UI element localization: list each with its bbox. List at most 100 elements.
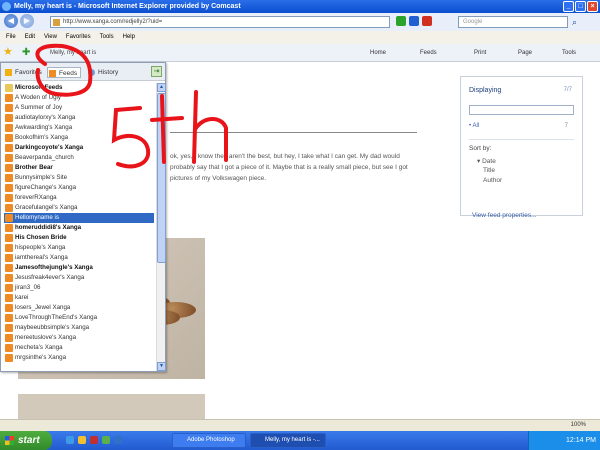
sort-author-option[interactable]: Author: [483, 177, 502, 184]
page-button[interactable]: Page: [518, 48, 532, 58]
feed-list-item[interactable]: Jamesofthejungle's Xanga: [4, 263, 154, 273]
navigation-bar: ◀ ▶ http://www.xanga.com/redjelly2/?uid=…: [0, 13, 600, 31]
rss-feed-icon: [5, 104, 13, 112]
window-titlebar: Melly, my heart is - Microsoft Internet …: [0, 0, 600, 13]
scroll-up-arrow[interactable]: ▲: [157, 83, 166, 92]
feeds-button[interactable]: Feeds: [420, 48, 437, 58]
menu-favorites[interactable]: Favorites: [66, 31, 91, 44]
close-button[interactable]: ×: [587, 1, 598, 12]
tools-button[interactable]: Tools: [562, 48, 576, 58]
search-icon[interactable]: ⌕: [572, 16, 584, 28]
sidebar-scrollbar[interactable]: ▲ ▼: [156, 83, 166, 371]
feed-list-item[interactable]: maybeeubbsimple's Xanga: [4, 323, 154, 333]
rss-feed-icon: [5, 194, 13, 202]
feed-list-item[interactable]: homeruddidi8's Xanga: [4, 223, 154, 233]
feed-list-item[interactable]: karei: [4, 293, 154, 303]
menu-help[interactable]: Help: [123, 31, 135, 44]
quicklaunch-app-icon[interactable]: [102, 436, 110, 444]
pin-icon[interactable]: ⇥: [151, 66, 162, 77]
go-icon[interactable]: [396, 16, 406, 26]
feed-list-item[interactable]: Awkwarding's Xanga: [4, 123, 154, 133]
feed-list-item[interactable]: iamthereal's Xanga: [4, 253, 154, 263]
feed-list-item[interactable]: jiran3_06: [4, 283, 154, 293]
sort-date-option[interactable]: ▾ Date: [477, 157, 496, 165]
feed-item-label: foreverRXanga: [15, 194, 57, 201]
add-favorite-icon[interactable]: ✚: [22, 47, 30, 58]
maximize-button[interactable]: □: [575, 1, 586, 12]
tab-feeds[interactable]: Feeds: [47, 67, 82, 78]
filter-all-link[interactable]: • All: [469, 123, 479, 129]
quicklaunch-folder-icon[interactable]: [78, 436, 86, 444]
feed-list-item[interactable]: mecheta's Xanga: [4, 343, 154, 353]
feed-item-label: losers_Jewel Xanga: [15, 304, 71, 311]
feed-list-item[interactable]: mrgsinthe's Xanga: [4, 353, 154, 363]
feed-list-item[interactable]: His Chosen Bride: [4, 233, 154, 243]
feed-list-item[interactable]: audiotaylorxy's Xanga: [4, 113, 154, 123]
rss-feed-icon: [5, 144, 13, 152]
menu-edit[interactable]: Edit: [25, 31, 35, 44]
stop-icon[interactable]: [422, 16, 432, 26]
feed-item-label: A Woden of Ugly: [15, 94, 61, 101]
feed-item-label: figureChange's Xanga: [15, 184, 77, 191]
feed-list-item[interactable]: Hellomyname is: [4, 213, 154, 223]
favorites-center-icon[interactable]: ★: [3, 47, 13, 58]
rss-feed-icon: [5, 184, 13, 192]
feed-list-item[interactable]: Darkingcoyote's Xanga: [4, 143, 154, 153]
feed-list-item[interactable]: Bunnysimple's Site: [4, 173, 154, 183]
feed-list-item[interactable]: Brother Bear: [4, 163, 154, 173]
quicklaunch-ie-icon[interactable]: [66, 436, 74, 444]
feed-list-item[interactable]: Jesusfreak4ever's Xanga: [4, 273, 154, 283]
taskbar-item-photoshop[interactable]: Adobe Photoshop: [172, 433, 246, 448]
print-button[interactable]: Print: [474, 48, 486, 58]
menu-tools[interactable]: Tools: [100, 31, 114, 44]
article-text: ok, yes, I know they aren't the best, bu…: [170, 153, 408, 182]
feed-list-item[interactable]: A Summer of Joy: [4, 103, 154, 113]
feed-item-label: Jesusfreak4ever's Xanga: [15, 274, 85, 281]
tab-favorites[interactable]: Favorites: [4, 67, 42, 78]
feed-list-item[interactable]: Bookofhim's Xanga: [4, 133, 154, 143]
taskbar-item-ie[interactable]: Melly, my heart is -...: [250, 433, 326, 448]
feed-item-label: hispeople's Xanga: [15, 244, 66, 251]
feed-item-label: Brother Bear: [15, 164, 53, 171]
zoom-level[interactable]: 100%: [571, 422, 586, 428]
minimize-button[interactable]: _: [563, 1, 574, 12]
forward-button[interactable]: ▶: [20, 14, 34, 28]
feed-item-label: jiran3_06: [15, 284, 41, 291]
menu-view[interactable]: View: [44, 31, 57, 44]
refresh-icon[interactable]: [409, 16, 419, 26]
feed-item-label: Beaverpanda_church: [15, 154, 74, 161]
feed-list-item[interactable]: foreverRXanga: [4, 193, 154, 203]
scroll-thumb[interactable]: [157, 93, 166, 263]
feed-list-item[interactable]: hispeople's Xanga: [4, 243, 154, 253]
home-button[interactable]: Home: [370, 48, 386, 58]
feed-folder-item[interactable]: Microsoft Feeds: [4, 83, 154, 93]
tab-history[interactable]: History: [87, 67, 118, 78]
rss-feed-icon: [5, 274, 13, 282]
view-feed-properties-link[interactable]: View feed properties...: [472, 212, 537, 219]
address-bar[interactable]: http://www.xanga.com/redjelly2/?uid=: [50, 16, 390, 28]
quicklaunch-media-icon[interactable]: [90, 436, 98, 444]
start-button[interactable]: start: [0, 431, 52, 450]
menu-file[interactable]: File: [6, 31, 16, 44]
back-button[interactable]: ◀: [4, 14, 18, 28]
feed-list-item[interactable]: LoveThroughTheEnd's Xanga: [4, 313, 154, 323]
filter-input[interactable]: [469, 105, 574, 115]
search-input[interactable]: Google: [458, 16, 568, 28]
feed-list-item[interactable]: Beaverpanda_church: [4, 153, 154, 163]
rss-feed-icon: [5, 284, 13, 292]
feed-item-label: LoveThroughTheEnd's Xanga: [15, 314, 98, 321]
scroll-down-arrow[interactable]: ▼: [157, 362, 166, 371]
rss-feed-icon: [5, 134, 13, 142]
rss-feed-icon: [5, 344, 13, 352]
feed-list-item[interactable]: losers_Jewel Xanga: [4, 303, 154, 313]
quicklaunch-app-icon[interactable]: [114, 436, 122, 444]
browser-tab[interactable]: Melly, my heart is: [40, 47, 110, 60]
article-divider: [170, 132, 417, 133]
feed-list-item[interactable]: Gracefulangel's Xanga: [4, 203, 154, 213]
search-placeholder: Google: [463, 19, 483, 25]
feed-item-label: karei: [15, 294, 29, 301]
feed-list-item[interactable]: mereetuslove's Xanga: [4, 333, 154, 343]
feed-list-item[interactable]: A Woden of Ugly: [4, 93, 154, 103]
feed-list-item[interactable]: figureChange's Xanga: [4, 183, 154, 193]
sort-title-option[interactable]: Title: [483, 167, 495, 174]
